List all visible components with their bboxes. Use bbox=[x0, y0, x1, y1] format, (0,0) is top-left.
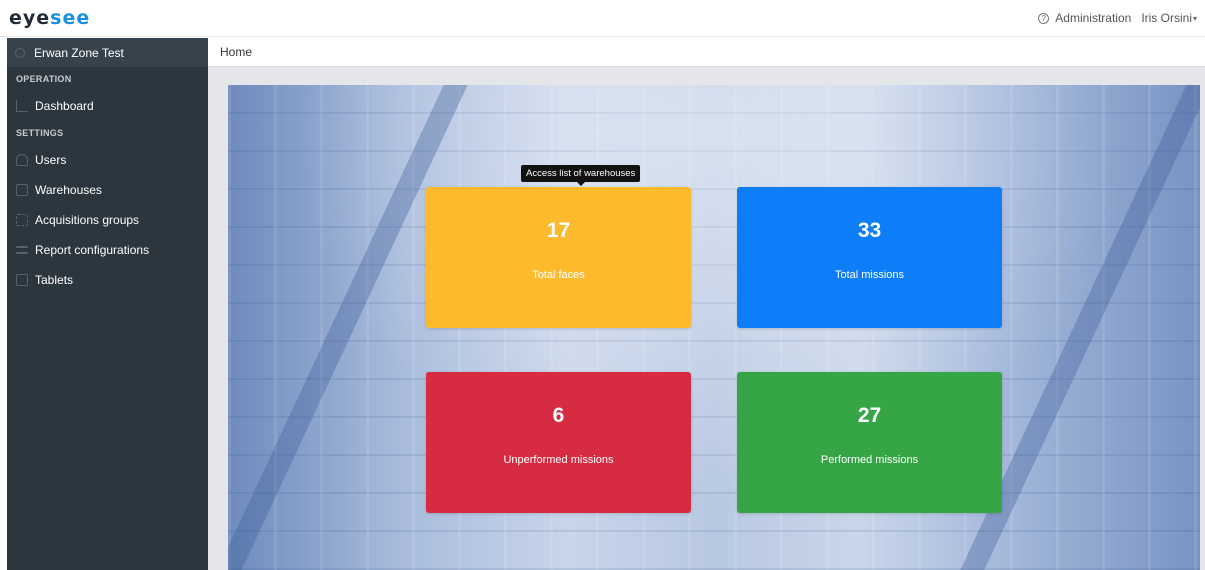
logo-prefix: eye bbox=[9, 7, 51, 29]
sidebar-item-label: Warehouses bbox=[35, 183, 102, 197]
sidebar-item-label: Acquisitions groups bbox=[35, 213, 140, 227]
globe-icon bbox=[15, 47, 25, 58]
tablet-icon bbox=[16, 274, 28, 286]
card-value: 6 bbox=[552, 404, 565, 427]
card-label: Total faces bbox=[532, 269, 585, 281]
sidebar-item-label: Tablets bbox=[35, 273, 74, 287]
sidebar-item-label: Report configurations bbox=[35, 243, 150, 257]
sidebar-item-tablets[interactable]: Tablets bbox=[7, 265, 208, 295]
sidebar-item-report-configurations[interactable]: Report configurations bbox=[7, 235, 208, 265]
sidebar-item-dashboard[interactable]: Dashboard bbox=[7, 91, 208, 121]
card-label: Unperformed missions bbox=[503, 454, 614, 466]
sidebar-item-users[interactable]: Users bbox=[7, 145, 208, 175]
chart-line-icon bbox=[16, 100, 28, 112]
card-value: 27 bbox=[857, 404, 882, 427]
card-label: Performed missions bbox=[820, 454, 919, 466]
report-icon bbox=[16, 246, 28, 254]
card-value: 17 bbox=[546, 219, 571, 242]
top-bar: eyesee ? Administration Iris Orsini ▾ bbox=[0, 0, 1205, 37]
eyesee-logo[interactable]: eyesee bbox=[9, 7, 90, 29]
total-missions-card[interactable]: 33 Total missions bbox=[737, 187, 1002, 328]
user-name: Iris Orsini bbox=[1141, 11, 1192, 25]
card-label: Total missions bbox=[834, 269, 905, 281]
columns-icon bbox=[16, 214, 28, 226]
sidebar: Erwan Zone Test OPERATION Dashboard SETT… bbox=[7, 38, 208, 570]
breadcrumb-home[interactable]: Home bbox=[220, 45, 252, 59]
administration-link[interactable]: Administration bbox=[1055, 11, 1131, 25]
main-content: Access list of warehouses 17 Total faces… bbox=[208, 67, 1205, 570]
total-faces-card[interactable]: 17 Total faces bbox=[426, 187, 691, 328]
header-actions: ? Administration Iris Orsini ▾ bbox=[1038, 11, 1197, 25]
sidebar-item-label: Users bbox=[35, 153, 67, 167]
building-icon bbox=[16, 184, 28, 196]
tooltip: Access list of warehouses bbox=[521, 165, 641, 186]
help-circle-icon[interactable]: ? bbox=[1038, 12, 1050, 24]
zone-selector[interactable]: Erwan Zone Test bbox=[7, 38, 208, 67]
breadcrumb: Home bbox=[208, 38, 1205, 67]
unperformed-missions-card[interactable]: 6 Unperformed missions bbox=[426, 372, 691, 513]
card-value: 33 bbox=[857, 219, 882, 242]
caret-down-icon: ▾ bbox=[1192, 13, 1197, 23]
users-icon bbox=[16, 154, 28, 166]
section-operation: OPERATION bbox=[16, 74, 72, 84]
warehouse-background-image: Access list of warehouses 17 Total faces… bbox=[228, 85, 1200, 570]
user-menu[interactable]: Iris Orsini ▾ bbox=[1141, 11, 1197, 25]
zone-name: Erwan Zone Test bbox=[34, 45, 124, 60]
logo-suffix: see bbox=[50, 7, 91, 29]
sidebar-item-warehouses[interactable]: Warehouses bbox=[7, 175, 208, 205]
section-settings: SETTINGS bbox=[16, 128, 64, 138]
sidebar-item-label: Dashboard bbox=[35, 99, 94, 113]
performed-missions-card[interactable]: 27 Performed missions bbox=[737, 372, 1002, 513]
sidebar-item-acquisitions-groups[interactable]: Acquisitions groups bbox=[7, 205, 208, 235]
